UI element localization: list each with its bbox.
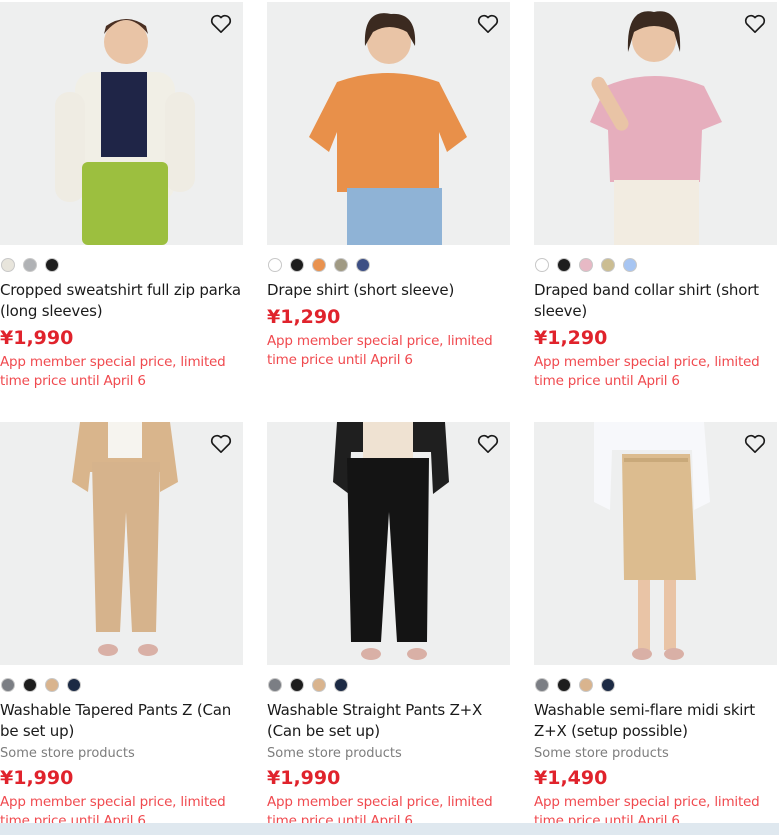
model-figure	[309, 13, 467, 245]
color-swatches	[1, 678, 244, 694]
color-swatch[interactable]	[601, 258, 615, 272]
heart-icon	[210, 434, 232, 453]
color-swatch[interactable]	[1, 678, 15, 692]
product-price: ¥1,490	[534, 767, 608, 789]
product-image[interactable]	[0, 422, 243, 665]
product-name[interactable]: Washable semi-flare midi skirt Z+X (setu…	[534, 700, 778, 742]
model-figure	[333, 422, 449, 660]
model-figure	[590, 11, 722, 245]
product-card[interactable]: Washable semi-flare midi skirt Z+X (setu…	[534, 422, 778, 831]
product-card[interactable]: Washable Straight Pants Z+X (Can be set …	[267, 422, 511, 831]
color-swatch[interactable]	[45, 678, 59, 692]
product-name[interactable]: Cropped sweatshirt full zip parka (long …	[0, 280, 244, 322]
model-figure	[72, 422, 178, 656]
promo-text: App member special price, limited time p…	[267, 333, 493, 368]
product-name[interactable]: Drape shirt (short sleeve)	[267, 280, 511, 301]
color-swatch[interactable]	[268, 258, 282, 272]
product-price: ¥1,290	[267, 306, 341, 328]
product-price: ¥1,290	[534, 327, 608, 349]
color-swatch[interactable]	[535, 258, 549, 272]
color-swatch[interactable]	[23, 258, 37, 272]
color-swatch[interactable]	[45, 258, 59, 272]
color-swatch[interactable]	[334, 678, 348, 692]
color-swatch[interactable]	[557, 678, 571, 692]
color-swatch[interactable]	[312, 678, 326, 692]
color-swatch[interactable]	[1, 258, 15, 272]
product-price: ¥1,990	[267, 767, 341, 789]
product-price: ¥1,990	[0, 767, 74, 789]
availability-note: Some store products	[267, 746, 402, 761]
product-name[interactable]: Washable Straight Pants Z+X (Can be set …	[267, 700, 511, 742]
color-swatch[interactable]	[579, 678, 593, 692]
color-swatch[interactable]	[290, 678, 304, 692]
color-swatch[interactable]	[356, 258, 370, 272]
bottom-bar	[0, 823, 779, 835]
favorite-button[interactable]	[476, 432, 500, 456]
product-card[interactable]: Drape shirt (short sleeve) ¥1,290 App me…	[267, 2, 511, 370]
favorite-button[interactable]	[476, 12, 500, 36]
color-swatch[interactable]	[557, 258, 571, 272]
product-name[interactable]: Draped band collar shirt (short sleeve)	[534, 280, 778, 322]
favorite-button[interactable]	[743, 432, 767, 456]
color-swatch[interactable]	[623, 258, 637, 272]
product-card[interactable]: Draped band collar shirt (short sleeve) …	[534, 2, 778, 391]
color-swatch[interactable]	[535, 678, 549, 692]
model-figure	[55, 19, 195, 245]
availability-note: Some store products	[0, 746, 135, 761]
color-swatches	[268, 678, 511, 694]
color-swatch[interactable]	[312, 258, 326, 272]
product-image[interactable]	[267, 2, 510, 245]
product-image[interactable]	[267, 422, 510, 665]
color-swatch[interactable]	[67, 678, 81, 692]
heart-icon	[744, 14, 766, 33]
heart-icon	[210, 14, 232, 33]
color-swatches	[535, 258, 778, 274]
heart-icon	[477, 14, 499, 33]
heart-icon	[477, 434, 499, 453]
favorite-button[interactable]	[209, 432, 233, 456]
product-card[interactable]: Washable Tapered Pants Z (Can be set up)…	[0, 422, 244, 831]
color-swatches	[268, 258, 511, 274]
product-price: ¥1,990	[0, 327, 74, 349]
product-image[interactable]	[534, 422, 777, 665]
availability-note: Some store products	[534, 746, 669, 761]
promo-text: App member special price, limited time p…	[0, 354, 226, 389]
favorite-button[interactable]	[743, 12, 767, 36]
product-card[interactable]: Cropped sweatshirt full zip parka (long …	[0, 2, 244, 391]
model-figure	[594, 422, 710, 660]
product-name[interactable]: Washable Tapered Pants Z (Can be set up)	[0, 700, 244, 742]
color-swatch[interactable]	[290, 258, 304, 272]
color-swatches	[535, 678, 778, 694]
color-swatches	[1, 258, 244, 274]
color-swatch[interactable]	[334, 258, 348, 272]
heart-icon	[744, 434, 766, 453]
promo-text: App member special price, limited time p…	[534, 354, 760, 389]
favorite-button[interactable]	[209, 12, 233, 36]
product-grid: Cropped sweatshirt full zip parka (long …	[0, 0, 779, 835]
product-image[interactable]	[0, 2, 243, 245]
color-swatch[interactable]	[601, 678, 615, 692]
color-swatch[interactable]	[268, 678, 282, 692]
color-swatch[interactable]	[579, 258, 593, 272]
product-image[interactable]	[534, 2, 777, 245]
color-swatch[interactable]	[23, 678, 37, 692]
